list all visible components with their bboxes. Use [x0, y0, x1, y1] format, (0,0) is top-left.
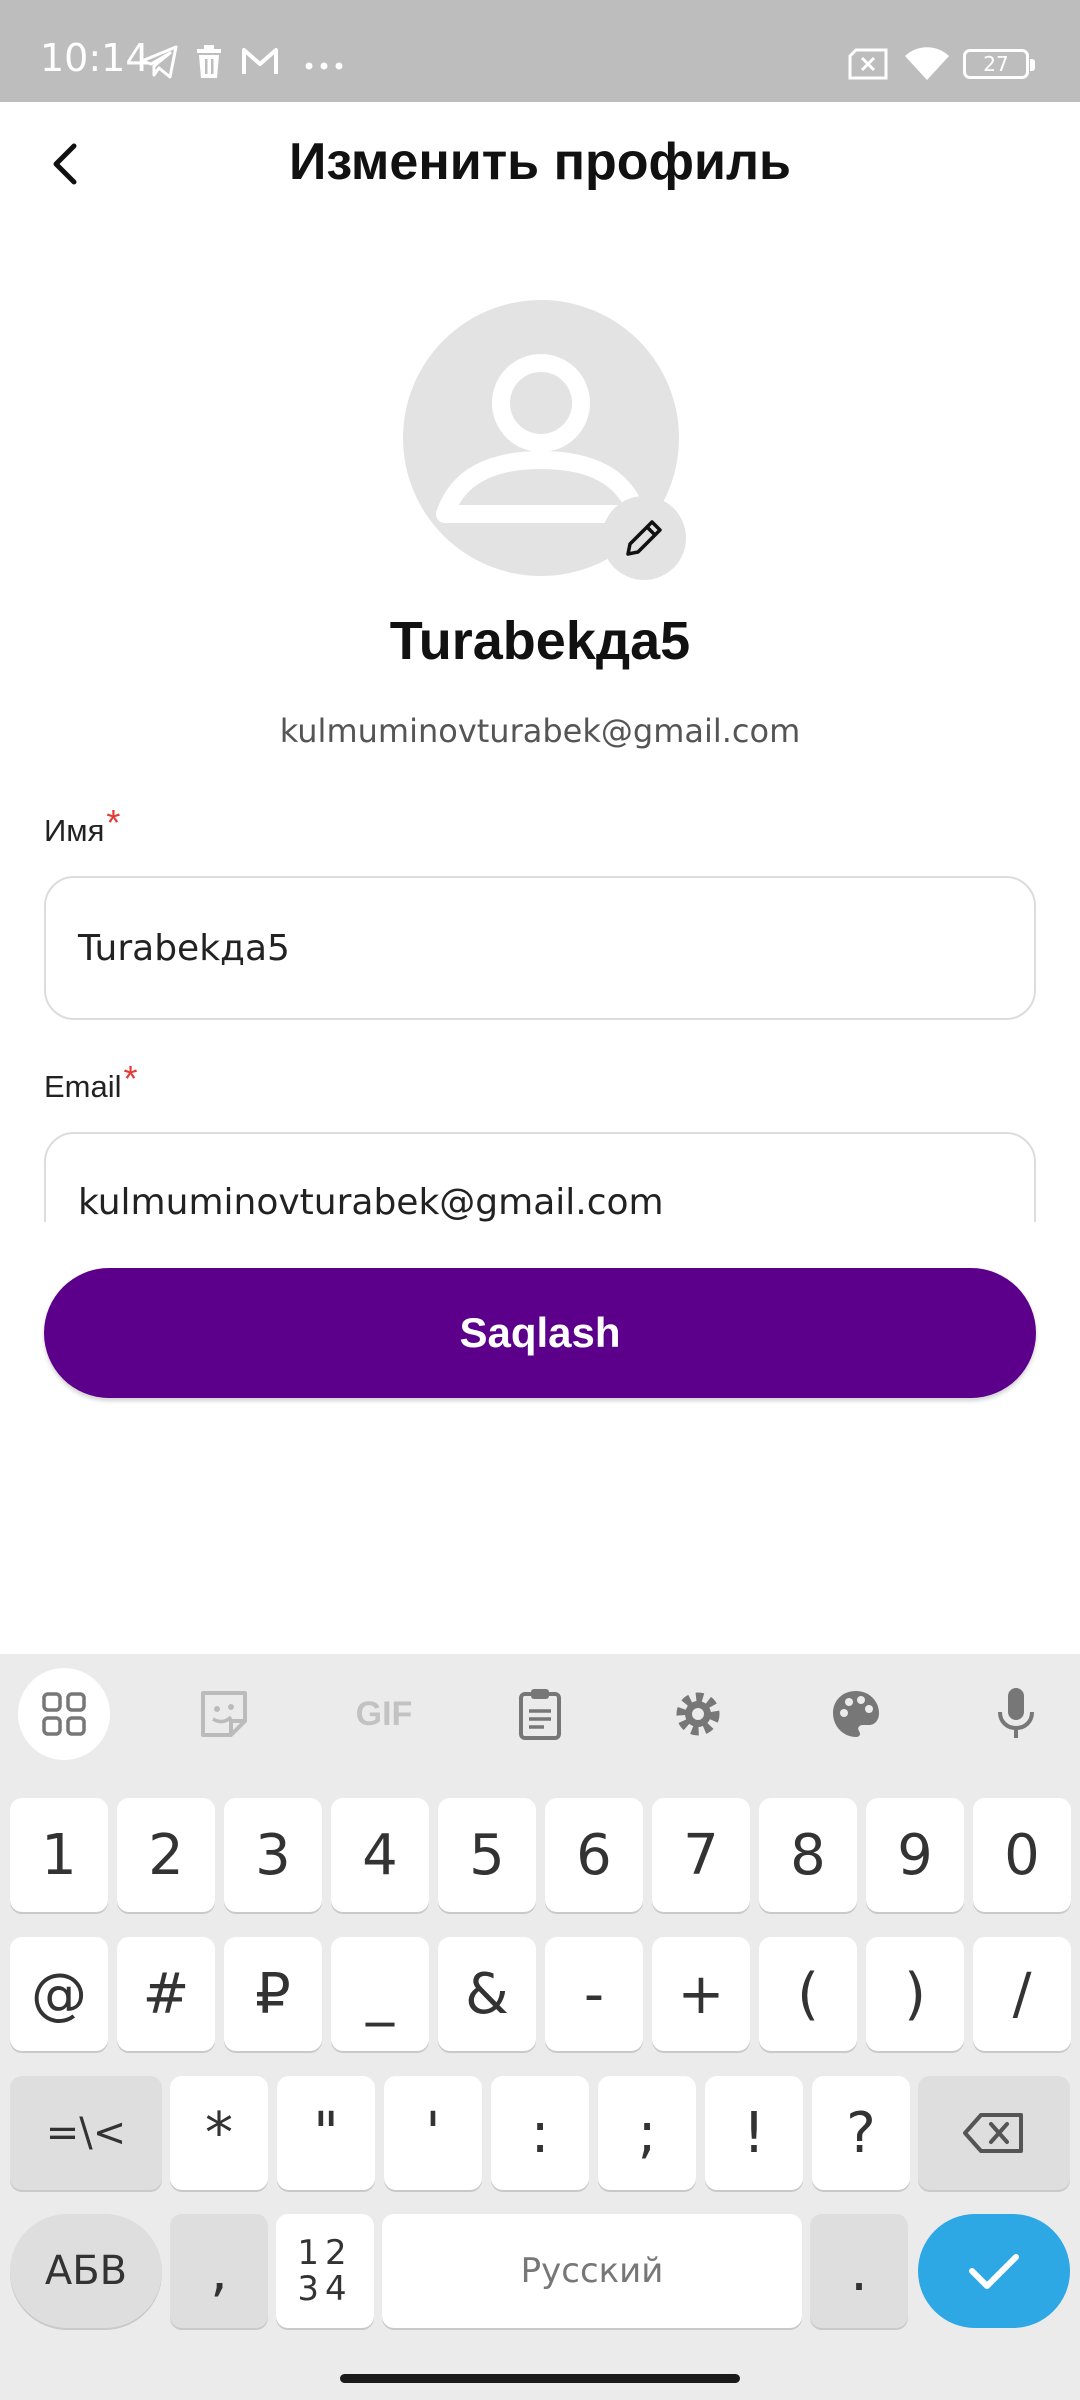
email-input-value: kulmuminovturabek@gmail.com: [78, 1182, 664, 1222]
page-title: Изменить профиль: [289, 133, 791, 191]
profile-name: Turabekда5: [389, 611, 691, 671]
key-digit-1[interactable]: 2: [117, 1798, 215, 1912]
key-backspace[interactable]: [918, 2076, 1070, 2190]
key-punct-0[interactable]: *: [170, 2076, 268, 2190]
status-bar: 10:14 27: [0, 0, 1080, 102]
voice-input-button[interactable]: [970, 1668, 1062, 1760]
name-field-label: Имя*: [44, 802, 120, 850]
key-symbol-5[interactable]: -: [545, 1937, 643, 2051]
key-digit-7[interactable]: 8: [759, 1798, 857, 1912]
key-symbol-4[interactable]: &: [438, 1937, 536, 2051]
clipboard-button[interactable]: [494, 1668, 586, 1760]
name-label-text: Имя: [44, 813, 105, 848]
key-comma[interactable]: ,: [170, 2214, 268, 2328]
pencil-icon: [626, 520, 662, 556]
key-digit-4[interactable]: 5: [438, 1798, 536, 1912]
trash-icon: [194, 44, 224, 85]
profile-email: kulmuminovturabek@gmail.com: [279, 712, 801, 750]
email-field-label: Email*: [44, 1058, 138, 1106]
settings-button[interactable]: [652, 1668, 744, 1760]
email-field-clip: kulmuminovturabek@gmail.com: [0, 1120, 1080, 1222]
sticker-button[interactable]: [178, 1668, 270, 1760]
backspace-icon: [963, 2113, 1023, 2153]
key-symbol-2[interactable]: ₽: [224, 1937, 322, 2051]
numpad-label: 12 34: [297, 2235, 352, 2307]
required-mark: *: [123, 1058, 138, 1099]
key-symbols-page[interactable]: =\<: [10, 2076, 162, 2190]
key-numpad[interactable]: 12 34: [276, 2214, 374, 2328]
home-indicator[interactable]: [340, 2374, 740, 2383]
checkmark-icon: [969, 2254, 1019, 2289]
key-symbol-8[interactable]: ): [866, 1937, 964, 2051]
key-punct-6[interactable]: ?: [812, 2076, 910, 2190]
more-notifications-icon: [304, 58, 344, 76]
key-abc[interactable]: АБВ: [10, 2214, 162, 2328]
key-digit-2[interactable]: 3: [224, 1798, 322, 1912]
key-digit-6[interactable]: 7: [652, 1798, 750, 1912]
key-digit-3[interactable]: 4: [331, 1798, 429, 1912]
key-enter[interactable]: [918, 2214, 1070, 2328]
numpad-bottom: 34: [297, 2269, 353, 2309]
battery-indicator: 27: [963, 49, 1035, 79]
key-punct-2[interactable]: ': [384, 2076, 482, 2190]
sim-off-icon: [846, 48, 890, 85]
clipboard-icon: [519, 1689, 561, 1740]
gif-button[interactable]: GIF: [334, 1668, 434, 1760]
key-symbol-0[interactable]: @: [10, 1937, 108, 2051]
sticker-icon: [201, 1691, 247, 1737]
key-symbol-6[interactable]: +: [652, 1937, 750, 2051]
gmail-icon: [240, 44, 280, 83]
required-mark: *: [106, 802, 121, 843]
apps-grid-button[interactable]: [18, 1668, 110, 1760]
save-button[interactable]: Saqlash: [44, 1268, 1036, 1398]
gear-icon: [676, 1692, 720, 1736]
key-symbol-9[interactable]: /: [973, 1937, 1071, 2051]
key-symbol-7[interactable]: (: [759, 1937, 857, 2051]
key-punct-1[interactable]: ": [277, 2076, 375, 2190]
key-symbol-1[interactable]: #: [117, 1937, 215, 2051]
key-digit-5[interactable]: 6: [545, 1798, 643, 1912]
wifi-icon: [904, 46, 950, 87]
status-time: 10:14: [40, 36, 150, 80]
telegram-icon: [140, 44, 180, 85]
edit-avatar-button[interactable]: [602, 496, 686, 580]
numpad-top: 12: [297, 2233, 353, 2273]
key-punct-3[interactable]: :: [491, 2076, 589, 2190]
name-input[interactable]: Turabekда5: [44, 876, 1036, 1020]
key-punct-4[interactable]: ;: [598, 2076, 696, 2190]
key-symbol-3[interactable]: _: [331, 1937, 429, 2051]
key-space[interactable]: Русский: [382, 2214, 802, 2328]
key-digit-9[interactable]: 0: [973, 1798, 1071, 1912]
microphone-icon: [998, 1688, 1034, 1738]
key-digit-0[interactable]: 1: [10, 1798, 108, 1912]
key-punct-5[interactable]: !: [705, 2076, 803, 2190]
email-input[interactable]: kulmuminovturabek@gmail.com: [44, 1132, 1036, 1222]
key-period[interactable]: .: [810, 2214, 908, 2328]
apps-grid-icon: [42, 1692, 86, 1736]
theme-button[interactable]: [810, 1668, 902, 1760]
key-digit-8[interactable]: 9: [866, 1798, 964, 1912]
name-input-value: Turabekда5: [78, 927, 290, 969]
palette-icon: [833, 1691, 879, 1737]
email-label-text: Email: [44, 1069, 122, 1104]
